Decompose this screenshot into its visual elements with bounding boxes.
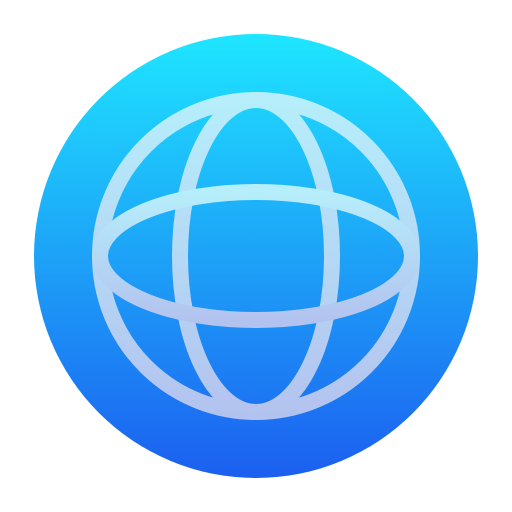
canvas — [0, 0, 512, 512]
app-icon[interactable] — [0, 0, 512, 512]
